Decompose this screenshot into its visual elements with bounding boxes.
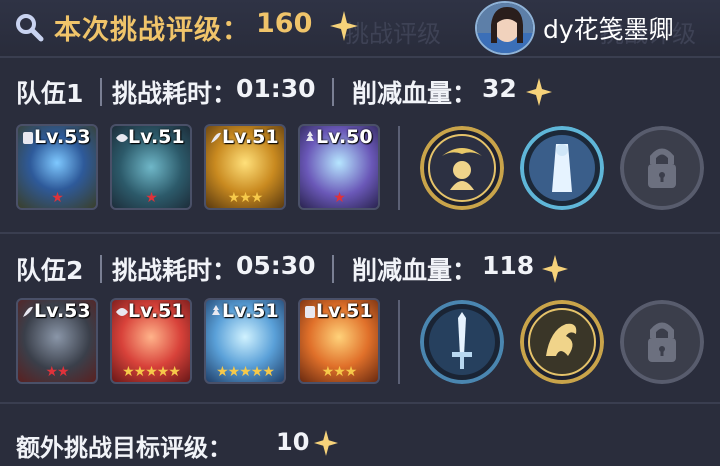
hero-level: Lv.53 — [34, 126, 91, 148]
hero-stars: ★★★★★ — [122, 364, 181, 380]
player-name: dy花笺墨卿 — [543, 15, 674, 44]
time-value: 01:30 — [236, 74, 316, 103]
golden-spirit-skill-icon[interactable] — [420, 126, 504, 210]
sparkle-star-icon — [314, 430, 338, 456]
extra-target-value: 10 — [276, 428, 310, 456]
hero-level: Lv.53 — [34, 300, 91, 322]
challenge-rating-value: 160 — [256, 8, 313, 39]
hero-card[interactable]: Lv.51 ★★★★★ — [110, 298, 192, 384]
separator — [100, 78, 102, 106]
hero-card[interactable]: Lv.51 ★ — [110, 124, 192, 210]
divider — [0, 232, 720, 234]
ice-sword-skill-icon[interactable] — [420, 300, 504, 384]
hero-stars: ★★★★★ — [216, 364, 275, 380]
hero-card[interactable]: Lv.53 ★★ — [16, 298, 98, 384]
team-1-summary: 队伍1 挑战耗时： 01:30 削减血量： 32 — [0, 68, 720, 116]
hero-level: Lv.51 — [222, 300, 279, 322]
hero-stars: ★ — [333, 190, 346, 206]
extra-target-label: 额外挑战目标评级： — [16, 434, 232, 462]
lock-icon[interactable] — [620, 126, 704, 210]
sparkle-star-icon — [526, 78, 552, 106]
vertical-divider — [398, 126, 400, 210]
damage-label: 削减血量： — [352, 256, 478, 285]
time-label: 挑战耗时： — [112, 256, 238, 285]
separator — [332, 78, 334, 106]
separator — [332, 255, 334, 283]
damage-value: 32 — [482, 74, 517, 103]
hero-level: Lv.51 — [128, 126, 185, 148]
extra-target-row: 额外挑战目标评级： 10 — [0, 414, 720, 466]
team-2-summary: 队伍2 挑战耗时： 05:30 削减血量： 118 — [0, 245, 720, 293]
rating-header: 挑战评级 挑战评级 本次挑战评级： 160 dy花笺墨卿 — [0, 0, 720, 56]
damage-label: 削减血量： — [352, 79, 478, 108]
vertical-divider — [398, 300, 400, 384]
hero-level: Lv.50 — [316, 126, 373, 148]
hero-card[interactable]: Lv.50 ★ — [298, 124, 380, 210]
divider — [0, 402, 720, 404]
team-label: 队伍2 — [16, 256, 84, 285]
hero-stars: ★ — [51, 190, 64, 206]
hero-stars: ★ — [145, 190, 158, 206]
separator — [100, 255, 102, 283]
hero-card[interactable]: Lv.51 ★★★ — [204, 124, 286, 210]
background-ghost-text: 挑战评级 — [345, 20, 441, 48]
hero-stars: ★★★ — [321, 364, 358, 380]
hero-card[interactable]: Lv.53 ★ — [16, 124, 98, 210]
divider — [0, 56, 720, 58]
sparkle-star-icon — [330, 11, 358, 41]
hero-card[interactable]: Lv.51 ★★★★★ — [204, 298, 286, 384]
team-label: 队伍1 — [16, 79, 84, 108]
hero-level: Lv.51 — [222, 126, 279, 148]
ice-sage-skill-icon[interactable] — [520, 126, 604, 210]
time-label: 挑战耗时： — [112, 79, 238, 108]
damage-value: 118 — [482, 251, 535, 280]
hero-card[interactable]: Lv.51 ★★★ — [298, 298, 380, 384]
hero-level: Lv.51 — [128, 300, 185, 322]
lock-icon[interactable] — [620, 300, 704, 384]
time-value: 05:30 — [236, 251, 316, 280]
hero-stars: ★★ — [45, 364, 69, 380]
challenge-rating-label: 本次挑战评级： — [54, 15, 250, 46]
hero-stars: ★★★ — [227, 190, 264, 206]
player-avatar[interactable] — [475, 1, 535, 55]
sparkle-star-icon — [542, 255, 568, 283]
hero-level: Lv.51 — [316, 300, 373, 322]
search-icon[interactable] — [14, 12, 44, 42]
golden-dragon-skill-icon[interactable] — [520, 300, 604, 384]
